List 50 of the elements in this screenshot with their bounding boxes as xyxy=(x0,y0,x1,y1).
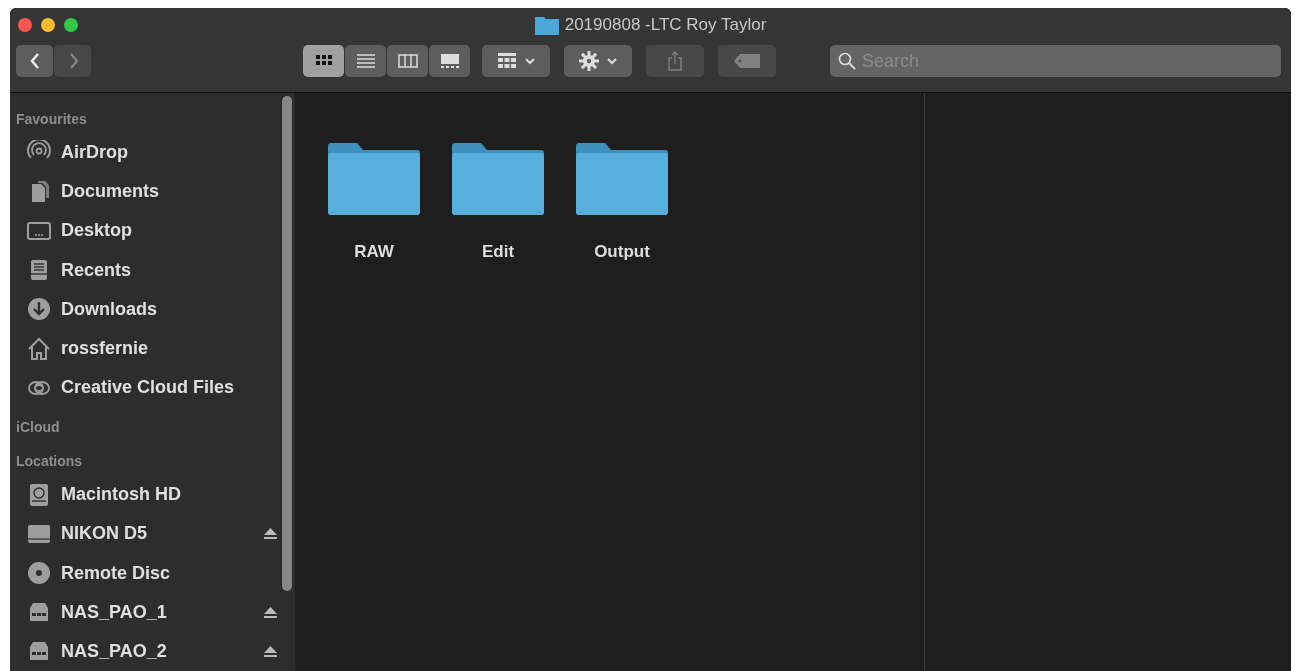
sidebar-item[interactable]: Desktop xyxy=(16,211,295,251)
gallery-view-button[interactable] xyxy=(429,45,470,77)
sidebar-item[interactable]: NAS_PAO_1 xyxy=(16,592,295,632)
sidebar-section-title: Favourites xyxy=(16,109,88,129)
sidebar-item[interactable]: NIKON D5 xyxy=(16,514,295,554)
sidebar-item[interactable]: AirDrop xyxy=(16,132,295,173)
action-button[interactable] xyxy=(564,45,632,77)
window-title: 20190808 -LTC Roy Taylor xyxy=(564,14,767,37)
scrollbar[interactable] xyxy=(282,96,292,591)
chevron-down-icon xyxy=(607,57,617,65)
gear-icon xyxy=(579,51,599,71)
sidebar-item[interactable]: Recents xyxy=(16,250,295,290)
sidebar-section-title: iCloud xyxy=(16,418,61,438)
house-icon xyxy=(27,336,51,361)
sidebar-item[interactable]: Documents xyxy=(16,172,295,212)
sidebar-section-title: Locations xyxy=(16,451,84,471)
folder-icon[interactable] xyxy=(452,143,544,215)
sidebar-item[interactable]: rossfernie xyxy=(16,328,295,369)
eject-icon[interactable] xyxy=(264,645,277,657)
file-name[interactable]: Edit xyxy=(481,239,515,265)
sidebar-item[interactable]: NAS_PAO_2 xyxy=(16,631,295,671)
chevron-down-icon xyxy=(525,57,535,65)
tag-icon xyxy=(734,54,760,68)
hard-drive-icon xyxy=(27,482,51,507)
eject-icon[interactable] xyxy=(264,606,277,618)
folder-icon[interactable] xyxy=(328,143,420,215)
group-button[interactable] xyxy=(482,45,550,77)
share-icon xyxy=(667,50,683,72)
sidebar-item[interactable]: Remote Disc xyxy=(16,553,295,593)
zoom-button[interactable] xyxy=(64,18,78,32)
download-icon xyxy=(27,297,51,322)
back-button[interactable] xyxy=(16,45,53,77)
gallery-icon xyxy=(439,51,460,71)
minimize-button[interactable] xyxy=(41,18,55,32)
close-button[interactable] xyxy=(18,18,32,32)
lines-icon xyxy=(355,51,376,71)
column-view-button[interactable] xyxy=(387,45,428,77)
sidebar-item[interactable]: Downloads xyxy=(16,289,295,329)
folder-icon xyxy=(534,15,559,35)
file-name[interactable]: RAW xyxy=(354,239,394,265)
sidebar-item[interactable]: Macintosh HD xyxy=(16,474,295,515)
columns-icon xyxy=(397,51,418,71)
grid-icon xyxy=(497,52,517,70)
disc-icon xyxy=(27,561,51,585)
file-name[interactable]: Output xyxy=(594,239,650,265)
folder-icon[interactable] xyxy=(576,143,668,215)
icon-view-button[interactable] xyxy=(303,45,344,77)
sidebar-item[interactable]: Creative Cloud Files xyxy=(16,368,295,408)
list-view-button[interactable] xyxy=(345,45,386,77)
eject-icon[interactable] xyxy=(264,528,277,540)
